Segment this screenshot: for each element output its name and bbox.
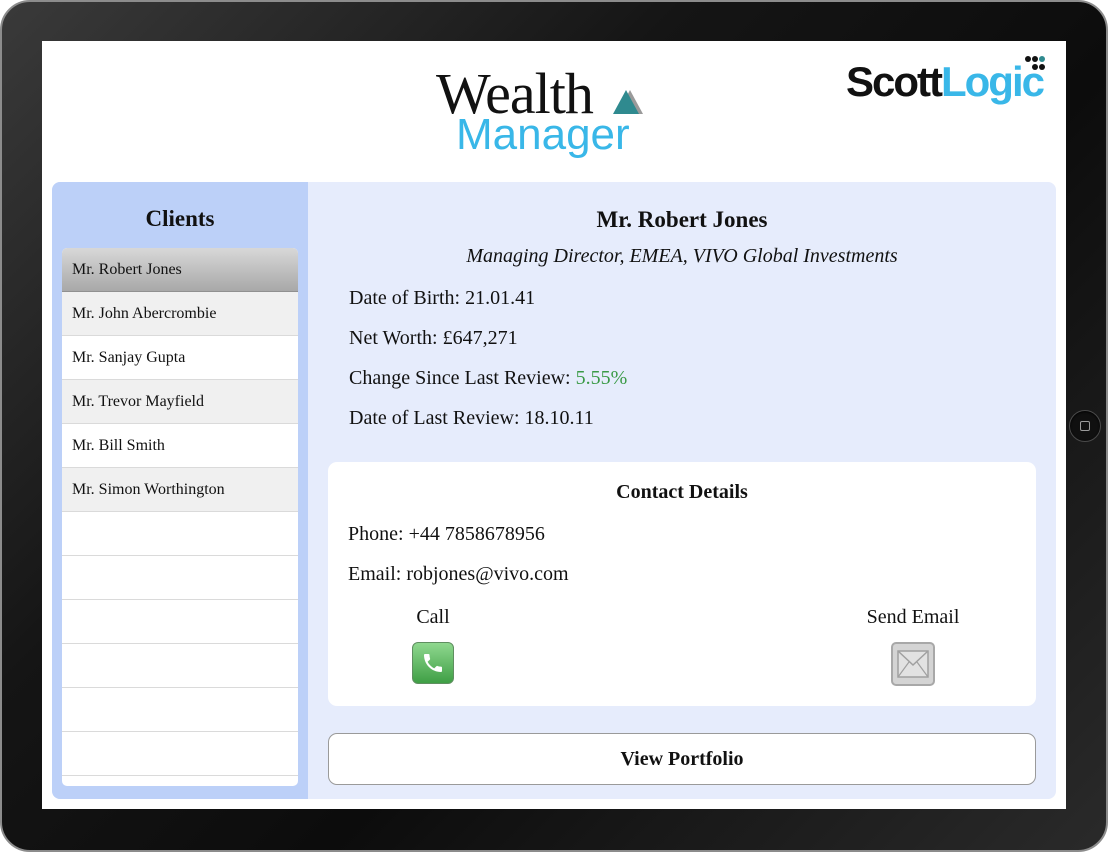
change-value: 5.55%	[575, 367, 628, 389]
send-email-label: Send Email	[866, 606, 960, 628]
email-label: Email:	[348, 563, 402, 585]
contact-details-card: Contact Details Phone: +44 7858678956 Em…	[328, 462, 1036, 706]
client-name: Mr. Robert Jones	[596, 207, 768, 232]
app-screen: Wealth Manager ScottLogic Clients Mr. Ro…	[42, 41, 1066, 809]
call-label: Call	[416, 606, 450, 628]
home-button[interactable]	[1069, 410, 1101, 442]
empty-list-row	[62, 600, 298, 644]
phone-icon	[424, 654, 442, 672]
last-review-line: Date of Last Review: 18.10.11	[349, 407, 594, 430]
client-item-robert-jones[interactable]: Mr. Robert Jones	[62, 248, 298, 292]
sidebar-title: Clients	[145, 206, 215, 231]
net-worth-label: Net Worth:	[349, 327, 438, 349]
client-item-bill-smith[interactable]: Mr. Bill Smith	[62, 424, 298, 468]
net-worth-line: Net Worth: £647,271	[349, 327, 518, 350]
clients-sidebar: Clients Mr. Robert Jones Mr. John Abercr…	[52, 182, 308, 799]
client-role: Managing Director, EMEA, VIVO Global Inv…	[466, 245, 898, 267]
brand-scott-text: Scott	[846, 58, 943, 105]
client-item-sanjay-gupta[interactable]: Mr. Sanjay Gupta	[62, 336, 298, 380]
dob-value: 21.01.41	[465, 287, 536, 309]
dob-line: Date of Birth: 21.01.41	[349, 287, 535, 310]
contact-details-title: Contact Details	[616, 481, 748, 503]
client-item-simon-worthington[interactable]: Mr. Simon Worthington	[62, 468, 298, 512]
email-line: Email: robjones@vivo.com	[348, 563, 569, 586]
empty-list-row	[62, 688, 298, 732]
send-email-button[interactable]	[891, 642, 935, 686]
email-value: robjones@vivo.com	[406, 563, 569, 585]
scottlogic-logo: ScottLogic	[846, 58, 1045, 105]
phone-value: +44 7858678956	[408, 523, 545, 545]
client-detail: Mr. Robert Jones Managing Director, EMEA…	[308, 182, 1056, 799]
call-button[interactable]	[412, 642, 454, 684]
phone-label: Phone:	[348, 523, 404, 545]
empty-list-row	[62, 556, 298, 600]
scottlogic-dots-icon	[1025, 56, 1045, 70]
envelope-icon	[897, 650, 929, 678]
client-list[interactable]: Mr. Robert Jones Mr. John Abercrombie Mr…	[62, 248, 298, 786]
last-review-label: Date of Last Review:	[349, 407, 520, 429]
phone-line: Phone: +44 7858678956	[348, 523, 545, 546]
dob-label: Date of Birth:	[349, 287, 461, 309]
logo-manager-text: Manager	[456, 110, 630, 159]
empty-list-row	[62, 644, 298, 688]
client-item-john-abercrombie[interactable]: Mr. John Abercrombie	[62, 292, 298, 336]
empty-list-row	[62, 732, 298, 776]
last-review-value: 18.10.11	[524, 407, 594, 429]
main-panel: Clients Mr. Robert Jones Mr. John Abercr…	[52, 182, 1056, 799]
client-item-trevor-mayfield[interactable]: Mr. Trevor Mayfield	[62, 380, 298, 424]
view-portfolio-button[interactable]: View Portfolio	[328, 733, 1036, 785]
empty-list-row	[62, 512, 298, 556]
change-line: Change Since Last Review: 5.55%	[349, 367, 627, 390]
change-label: Change Since Last Review:	[349, 367, 571, 389]
net-worth-value: £647,271	[442, 327, 518, 349]
